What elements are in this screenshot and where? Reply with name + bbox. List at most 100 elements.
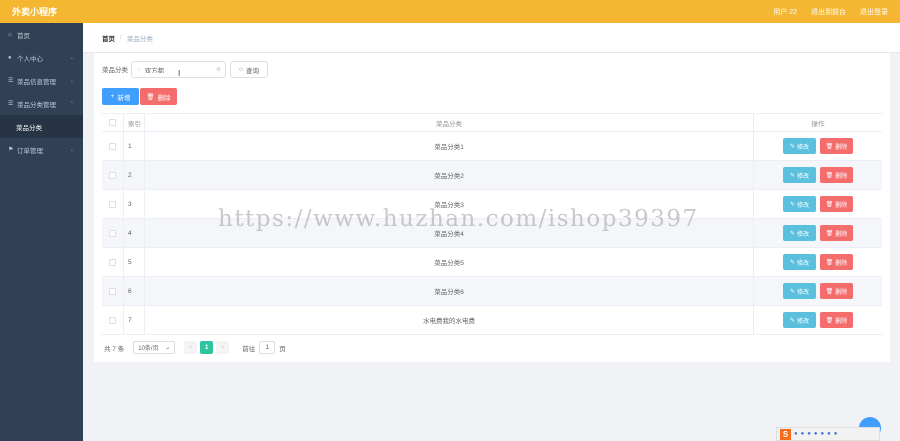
edit-button[interactable]: ✎ 修改 xyxy=(783,167,816,183)
trash-icon: 🗑 xyxy=(825,172,834,179)
cell-ops: ✎ 修改 🗑 删除 xyxy=(753,161,882,189)
trash-icon: 🗑 xyxy=(825,317,834,324)
breadcrumb: 首页 / 菜品分类 xyxy=(83,23,900,53)
page-number-current[interactable]: 1 xyxy=(200,341,214,354)
chevron-up-icon: ⌃ xyxy=(69,100,74,107)
cell-ops: ✎ 修改 🗑 删除 xyxy=(753,306,882,334)
sidebar-item-label: 菜品分类管理 xyxy=(17,101,56,109)
delete-button[interactable]: 🗑 删除 xyxy=(820,225,853,241)
text-cursor-icon: I xyxy=(178,69,181,78)
chevron-down-icon: ⌄ xyxy=(69,54,74,61)
ime-icon[interactable]: ● xyxy=(801,431,805,437)
app-title: 外卖小程序 xyxy=(12,7,58,17)
ime-icon[interactable]: ● xyxy=(827,431,831,437)
sidebar: ⌂ 首页 ● 个人中心 ⌄ ☰ 菜品信息管理 ⌄ ☰ 菜品分类管理 ⌃ 菜品分类… xyxy=(0,23,83,441)
delete-button[interactable]: 🗑 删除 xyxy=(820,312,853,328)
cell-index: 4 xyxy=(123,219,144,247)
edit-icon: ✎ xyxy=(789,172,795,179)
sidebar-item-orders[interactable]: ⚑ 订单管理 ⌄ xyxy=(0,138,83,161)
table-row: 1 菜品分类1 ✎ 修改 🗑 删除 xyxy=(102,132,882,161)
table-row: 2 菜品分类2 ✎ 修改 🗑 删除 xyxy=(102,161,882,190)
delete-button[interactable]: 🗑 删除 xyxy=(820,138,853,154)
top-right-menu: 用户 22 退出到前台 退出登录 xyxy=(773,0,888,23)
sidebar-item-dish-category[interactable]: ☰ 菜品分类管理 ⌃ xyxy=(0,92,83,115)
goto-label: 前往 xyxy=(242,345,256,353)
sidebar-item-home[interactable]: ⌂ 首页 xyxy=(0,23,83,46)
search-icon: ○ xyxy=(239,66,243,73)
back-to-frontend-link[interactable]: 退出到前台 xyxy=(811,7,846,17)
logout-link[interactable]: 退出登录 xyxy=(860,7,888,17)
sidebar-subitem-dish-category[interactable]: 菜品分类 xyxy=(0,115,83,138)
ime-icon[interactable]: ● xyxy=(814,431,818,437)
edit-button[interactable]: ✎ 修改 xyxy=(783,196,816,212)
row-checkbox[interactable] xyxy=(109,287,116,295)
add-button[interactable]: + 新增 xyxy=(102,88,139,105)
cell-index: 5 xyxy=(123,248,144,276)
clear-icon[interactable]: ⊗ xyxy=(216,66,221,73)
sidebar-item-profile[interactable]: ● 个人中心 ⌄ xyxy=(0,46,83,69)
sidebar-item-dish-info[interactable]: ☰ 菜品信息管理 ⌄ xyxy=(0,69,83,92)
home-icon: ⌂ xyxy=(8,31,12,38)
cell-index: 7 xyxy=(123,306,144,334)
batch-delete-button[interactable]: 🗑 删除 xyxy=(140,88,177,105)
next-page-button[interactable]: › xyxy=(216,341,230,354)
page-unit-label: 页 xyxy=(279,345,286,353)
delete-button[interactable]: 🗑 删除 xyxy=(820,254,853,270)
goto-page-input[interactable]: 1 xyxy=(259,341,276,354)
prev-page-button[interactable]: ‹ xyxy=(184,341,198,354)
row-checkbox[interactable] xyxy=(109,258,116,266)
breadcrumb-home[interactable]: 首页 xyxy=(102,33,115,43)
edit-button[interactable]: ✎ 修改 xyxy=(783,254,816,270)
cell-ops: ✎ 修改 🗑 删除 xyxy=(753,248,882,276)
edit-icon: ✎ xyxy=(789,288,795,295)
plus-icon: + xyxy=(110,93,115,100)
page-size-select[interactable]: 10条/页 ⌄ xyxy=(133,341,176,354)
edit-icon: ✎ xyxy=(789,143,795,150)
edit-button[interactable]: ✎ 修改 xyxy=(783,225,816,241)
row-checkbox[interactable] xyxy=(109,229,116,237)
header-ops: 操作 xyxy=(753,114,882,131)
query-button[interactable]: ○ 查询 xyxy=(230,61,268,78)
select-all-checkbox[interactable] xyxy=(109,119,116,126)
header-name: 菜品分类 xyxy=(144,114,753,131)
delete-button[interactable]: 🗑 删除 xyxy=(820,196,853,212)
menu-icon: ☰ xyxy=(8,78,14,84)
trash-icon: 🗑 xyxy=(825,230,834,237)
trash-icon: 🗑 xyxy=(825,143,834,150)
breadcrumb-current: 菜品分类 xyxy=(126,35,153,43)
menu-icon: ☰ xyxy=(8,101,14,107)
watermark: https://www.huzhan.com/ishop39397 xyxy=(218,206,699,232)
ime-icon[interactable]: ● xyxy=(834,431,838,437)
cell-name: 菜品分类6 xyxy=(144,277,753,305)
cell-name: 菜品分类5 xyxy=(144,248,753,276)
cell-ops: ✎ 修改 🗑 删除 xyxy=(753,219,882,247)
ime-icon[interactable]: ● xyxy=(794,431,798,437)
ime-icon[interactable]: ● xyxy=(807,431,811,437)
sidebar-item-label: 订单管理 xyxy=(17,147,43,155)
edit-icon: ✎ xyxy=(789,317,795,324)
edit-icon: ✎ xyxy=(789,201,795,208)
search-field[interactable] xyxy=(144,66,207,73)
sogou-logo-icon[interactable]: S xyxy=(780,428,791,440)
row-checkbox[interactable] xyxy=(109,142,116,150)
delete-button[interactable]: 🗑 删除 xyxy=(820,167,853,183)
table-row: 6 菜品分类6 ✎ 修改 🗑 删除 xyxy=(102,277,882,306)
row-checkbox[interactable] xyxy=(109,316,116,324)
sidebar-item-label: 个人中心 xyxy=(17,55,43,63)
cell-index: 2 xyxy=(123,161,144,189)
current-user: 用户 22 xyxy=(773,8,797,16)
search-label: 菜品分类 xyxy=(102,67,128,74)
delete-button[interactable]: 🗑 删除 xyxy=(820,283,853,299)
edit-icon: ✎ xyxy=(789,230,795,237)
breadcrumb-separator: / xyxy=(120,34,122,41)
row-checkbox[interactable] xyxy=(109,200,116,208)
user-icon: ● xyxy=(8,54,12,61)
edit-button[interactable]: ✎ 修改 xyxy=(783,312,816,328)
sidebar-item-label: 菜品信息管理 xyxy=(17,78,56,86)
pagination: 共 7 条 10条/页 ⌄ ‹ 1 › 前往 1 页 xyxy=(104,341,286,354)
row-checkbox[interactable] xyxy=(109,171,116,179)
edit-button[interactable]: ✎ 修改 xyxy=(783,138,816,154)
ime-icon[interactable]: ● xyxy=(821,431,825,437)
edit-button[interactable]: ✎ 修改 xyxy=(783,283,816,299)
trash-icon: 🗑 xyxy=(825,201,834,208)
